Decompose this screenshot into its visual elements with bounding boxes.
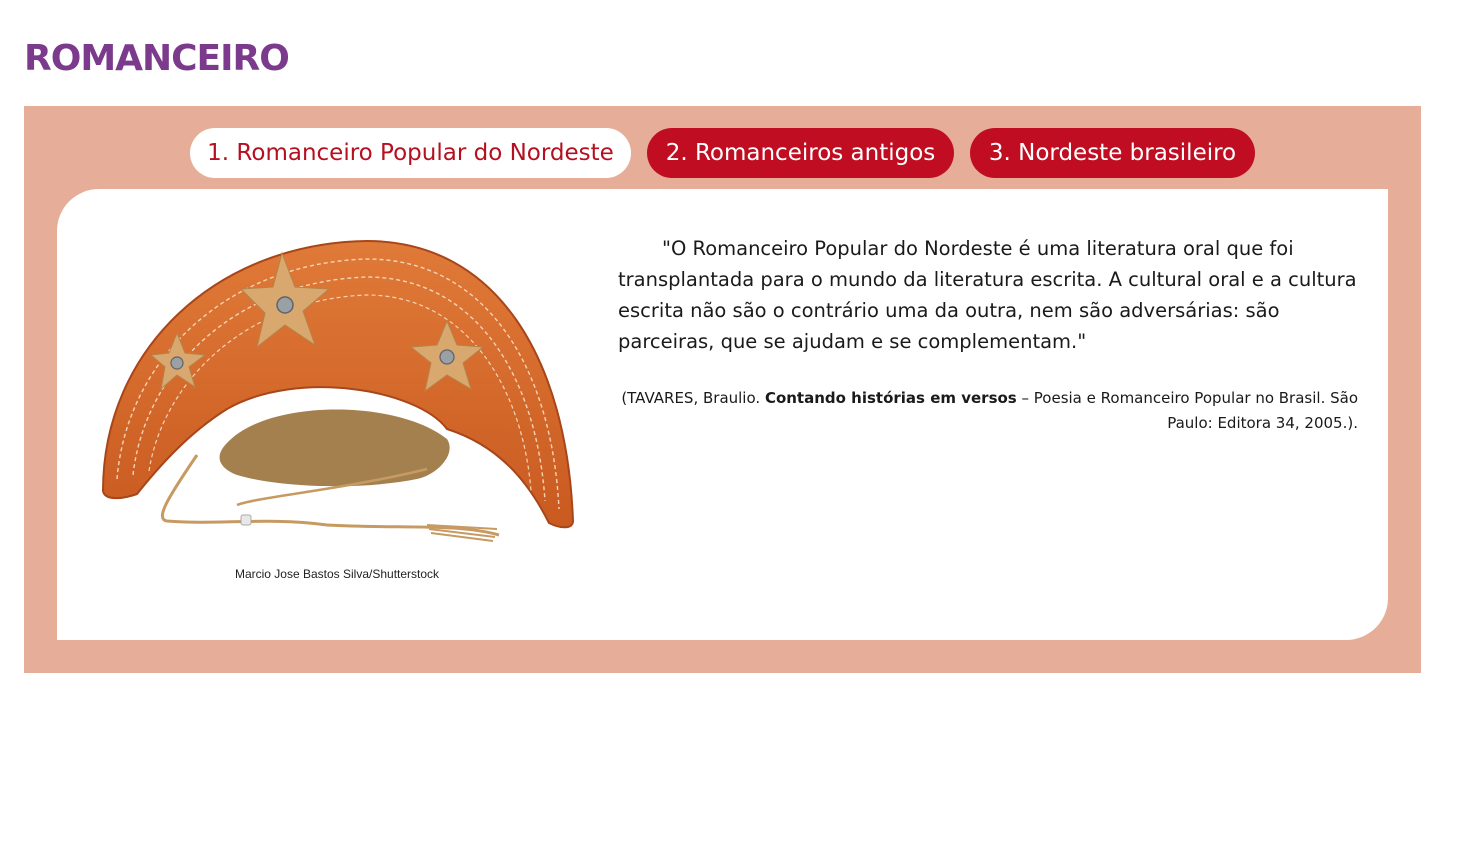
- tab-romanceiros-antigos[interactable]: 2. Romanceiros antigos: [647, 128, 954, 178]
- leather-hat-image: [101, 239, 575, 542]
- content-panel: 1. Romanceiro Popular do Nordeste 2. Rom…: [24, 106, 1421, 673]
- tab-content-card: Marcio Jose Bastos Silva/Shutterstock "O…: [57, 189, 1388, 640]
- citation-suffix: – Poesia e Romanceiro Popular no Brasil.…: [1016, 389, 1358, 432]
- tab-romanceiro-popular-do-nordeste[interactable]: 1. Romanceiro Popular do Nordeste: [190, 128, 631, 178]
- page-title: ROMANCEIRO: [24, 38, 290, 79]
- citation: (TAVARES, Braulio. Contando histórias em…: [618, 386, 1358, 436]
- quote-text: "O Romanceiro Popular do Nordeste é uma …: [618, 237, 1357, 353]
- citation-book-title: Contando histórias em versos: [764, 389, 1017, 407]
- photo-credit: Marcio Jose Bastos Silva/Shutterstock: [234, 567, 440, 581]
- tab-nordeste-brasileiro[interactable]: 3. Nordeste brasileiro: [970, 128, 1255, 178]
- citation-prefix: (TAVARES, Braulio.: [621, 389, 765, 407]
